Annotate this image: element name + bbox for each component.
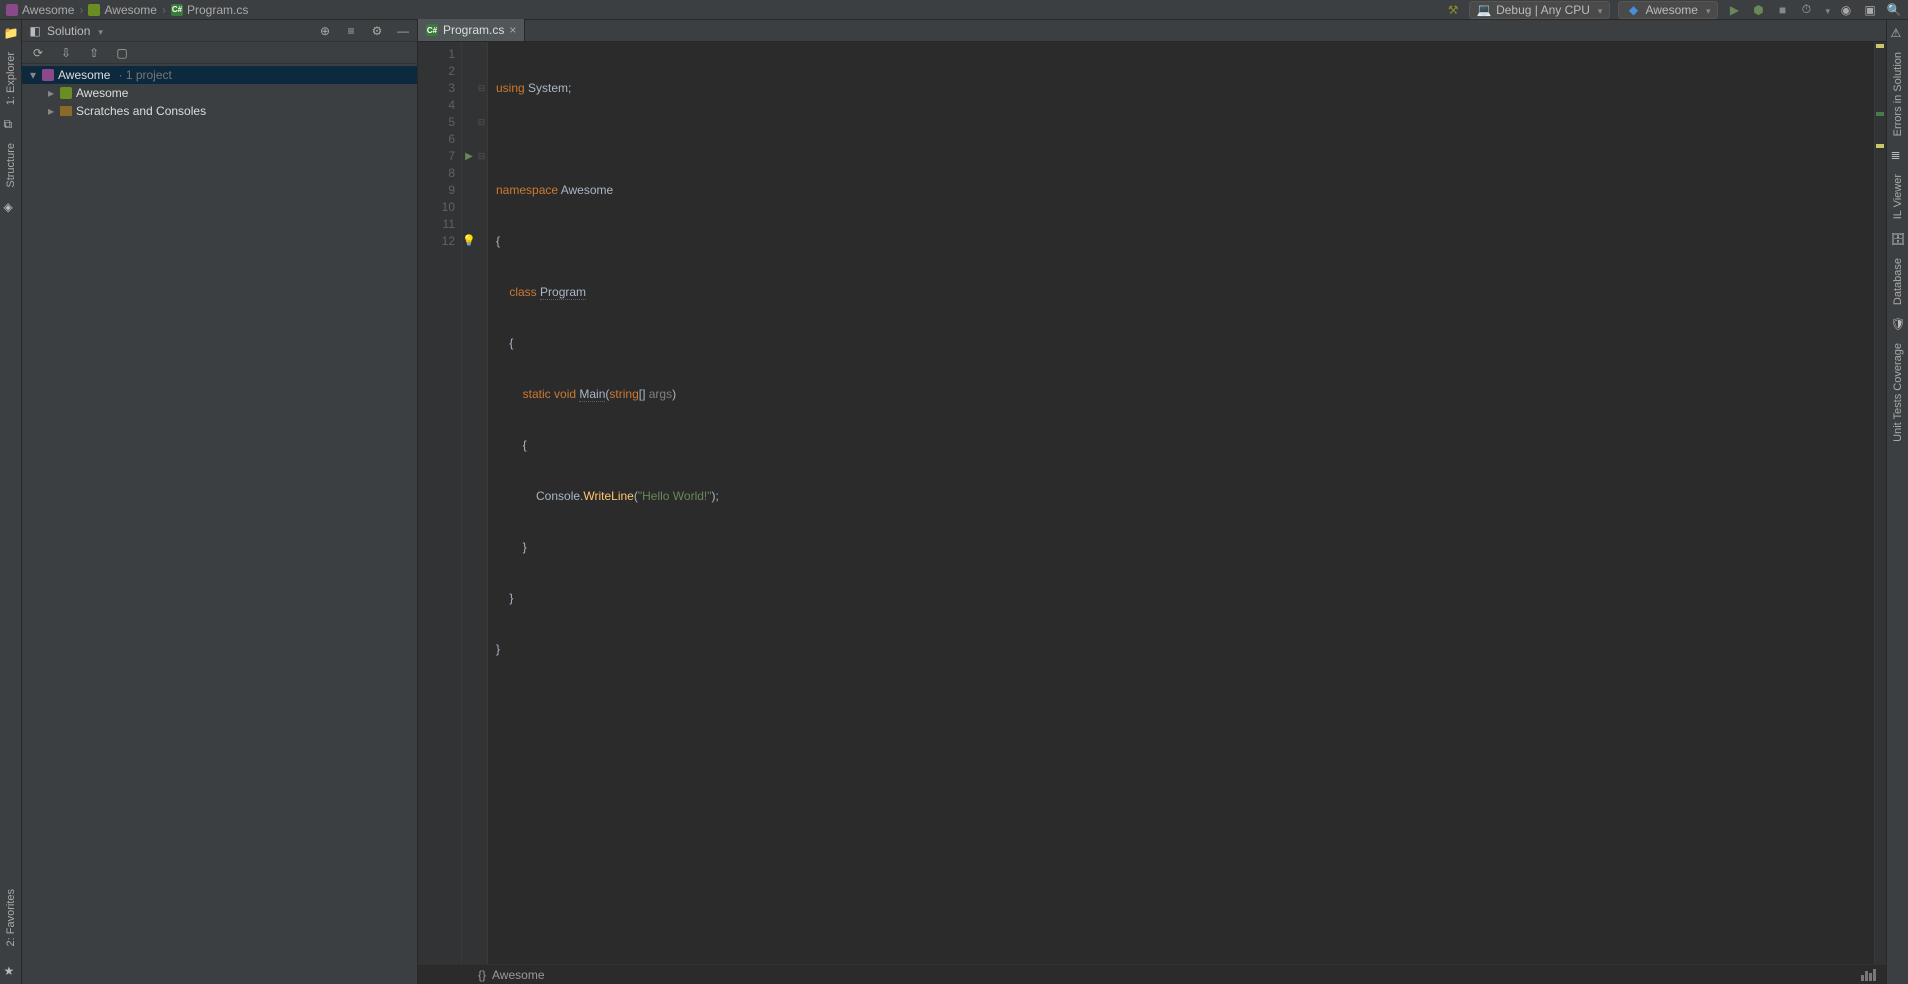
run-target-label: Awesome	[1645, 3, 1697, 17]
sidebar-toolbar: ⟳ ⇩ ⇧ ▢	[22, 42, 417, 64]
stop-button[interactable]: ■	[1774, 2, 1790, 18]
editor-pane: C# Program.cs × 123456789101112 ▶ 💡 ⊟ ⊟ ⊟ …	[418, 20, 1886, 984]
structure-tab[interactable]: Structure	[3, 137, 19, 194]
chevron-right-icon: ›	[79, 3, 83, 17]
search-button[interactable]: 🔍	[1886, 2, 1902, 18]
tree-project-node[interactable]: ▸ Awesome	[22, 84, 417, 102]
errors-icon[interactable]: ⚠	[1891, 26, 1905, 40]
unit-tests-tab[interactable]: Unit Tests Coverage	[1890, 337, 1906, 448]
code-editor[interactable]: 123456789101112 ▶ 💡 ⊟ ⊟ ⊟ using System; na…	[418, 42, 1886, 964]
sidebar-header: ◧ Solution ⊕ ≡ ⚙ —	[22, 20, 417, 42]
tree-solution-node[interactable]: ▾ Awesome · 1 project	[22, 66, 417, 84]
close-tab-button[interactable]: ×	[509, 23, 516, 37]
explorer-icon[interactable]: 📁	[4, 26, 18, 40]
project-icon	[60, 87, 72, 99]
build-button[interactable]: ⚒	[1445, 2, 1461, 18]
star-icon[interactable]: ★	[4, 964, 18, 978]
error-stripe[interactable]	[1874, 42, 1886, 964]
collapse-all-button[interactable]: ≡	[343, 23, 359, 39]
solution-explorer: ◧ Solution ⊕ ≡ ⚙ — ⟳ ⇩ ⇧ ▢ ▾ Awesome · 1…	[22, 20, 418, 984]
csharp-file-icon: C#	[426, 24, 438, 36]
chevron-right-icon: ›	[162, 3, 166, 17]
code-map-icon[interactable]	[1861, 969, 1876, 981]
csharp-file-icon: C#	[171, 4, 183, 16]
locate-button[interactable]: ⊕	[317, 23, 333, 39]
chevron-down-icon	[1703, 3, 1711, 17]
editor-tab[interactable]: C# Program.cs ×	[418, 19, 525, 41]
explorer-tab[interactable]: 1: Explorer	[3, 46, 19, 111]
breadcrumb: Awesome › Awesome › C#Program.cs	[6, 3, 248, 17]
main-area: 📁 1: Explorer ⧉ Structure ◈ 2: Favorites…	[0, 20, 1908, 984]
coverage-icon[interactable]: 🛡	[1891, 317, 1905, 331]
chevron-down-icon	[1595, 3, 1603, 17]
il-viewer-icon[interactable]: ≣	[1891, 148, 1905, 162]
toolbar-right: ⚒ 💻 Debug | Any CPU ◆ Awesome ▶ ⬢ ■ ⏱ ◉ …	[1445, 1, 1902, 19]
debug-button[interactable]: ⬢	[1750, 2, 1766, 18]
line-number-gutter: 123456789101112	[418, 42, 462, 964]
warning-marker[interactable]	[1876, 44, 1884, 48]
tree-scratches-node[interactable]: ▸ Scratches and Consoles	[22, 102, 417, 120]
namespace-breadcrumb[interactable]: {}Awesome	[478, 968, 545, 982]
folder-icon	[60, 106, 72, 116]
fold-toggle[interactable]: ⊟	[476, 114, 487, 131]
left-tool-strip: 📁 1: Explorer ⧉ Structure ◈ 2: Favorites…	[0, 20, 22, 984]
tree-label: Awesome	[58, 68, 110, 82]
chevron-down-icon	[95, 24, 103, 38]
navigation-bar: Awesome › Awesome › C#Program.cs ⚒ 💻 Deb…	[0, 0, 1908, 20]
project-icon	[88, 4, 100, 16]
solution-icon	[42, 69, 54, 81]
tree-meta: · 1 project	[118, 68, 171, 82]
right-tool-strip: ⚠ Errors in Solution ≣ IL Viewer 🗄 Datab…	[1886, 20, 1908, 984]
hint-bulb-icon[interactable]: 💡	[462, 233, 476, 250]
sync-button[interactable]: ⟳	[30, 45, 46, 61]
expand-arrow-icon[interactable]: ▸	[46, 86, 56, 100]
profile-button[interactable]: ⏱	[1798, 2, 1814, 18]
ok-marker[interactable]	[1876, 112, 1884, 116]
editor-breadcrumb-bar: {}Awesome	[418, 964, 1886, 984]
laptop-icon: 💻	[1477, 3, 1491, 17]
run-line-button[interactable]: ▶	[462, 148, 476, 165]
expand-arrow-icon[interactable]: ▾	[28, 68, 38, 82]
tree-label: Scratches and Consoles	[76, 104, 206, 118]
run-button[interactable]: ▶	[1726, 2, 1742, 18]
editor-tab-bar: C# Program.cs ×	[418, 20, 1886, 42]
code-text[interactable]: using System; namespace Awesome { class …	[488, 42, 1874, 964]
il-viewer-tab[interactable]: IL Viewer	[1890, 168, 1906, 225]
chevron-down-icon[interactable]	[1822, 3, 1830, 17]
settings-button[interactable]: ⚙	[369, 23, 385, 39]
sidebar-header-actions: ⊕ ≡ ⚙ —	[317, 23, 411, 39]
minimize-button[interactable]: —	[395, 23, 411, 39]
fold-gutter: ⊟ ⊟ ⊟	[476, 42, 488, 964]
solution-tree: ▾ Awesome · 1 project ▸ Awesome ▸ Scratc…	[22, 64, 417, 984]
database-tab[interactable]: Database	[1890, 252, 1906, 311]
run-gutter: ▶ 💡	[462, 42, 476, 964]
coverage-button[interactable]: ◉	[1838, 2, 1854, 18]
preview-button[interactable]: ▢	[114, 45, 130, 61]
warning-marker[interactable]	[1876, 144, 1884, 148]
breadcrumb-file[interactable]: C#Program.cs	[171, 3, 248, 17]
dotnet-icon: ◆	[1626, 3, 1640, 17]
solution-view-icon: ◧	[28, 24, 42, 38]
fold-toggle[interactable]: ⊟	[476, 148, 487, 165]
run-target-dropdown[interactable]: ◆ Awesome	[1618, 1, 1718, 19]
breadcrumb-solution[interactable]: Awesome	[6, 3, 74, 17]
structure-icon[interactable]: ⧉	[4, 117, 18, 131]
attach-button[interactable]: ▣	[1862, 2, 1878, 18]
sidebar-view-selector[interactable]: ◧ Solution	[28, 24, 103, 38]
bookmark-icon[interactable]: ◈	[4, 200, 18, 214]
expand-arrow-icon[interactable]: ▸	[46, 104, 56, 118]
configuration-dropdown[interactable]: 💻 Debug | Any CPU	[1469, 1, 1610, 19]
configuration-label: Debug | Any CPU	[1496, 3, 1590, 17]
errors-tab[interactable]: Errors in Solution	[1890, 46, 1906, 142]
save-button[interactable]: ⇩	[58, 45, 74, 61]
tab-label: Program.cs	[443, 23, 504, 37]
favorites-tab[interactable]: 2: Favorites	[3, 883, 19, 952]
sidebar-title: Solution	[47, 24, 90, 38]
solution-icon	[6, 4, 18, 16]
fold-toggle[interactable]: ⊟	[476, 80, 487, 97]
load-button[interactable]: ⇧	[86, 45, 102, 61]
breadcrumb-project[interactable]: Awesome	[88, 3, 156, 17]
tree-label: Awesome	[76, 86, 128, 100]
database-icon[interactable]: 🗄	[1891, 232, 1905, 246]
